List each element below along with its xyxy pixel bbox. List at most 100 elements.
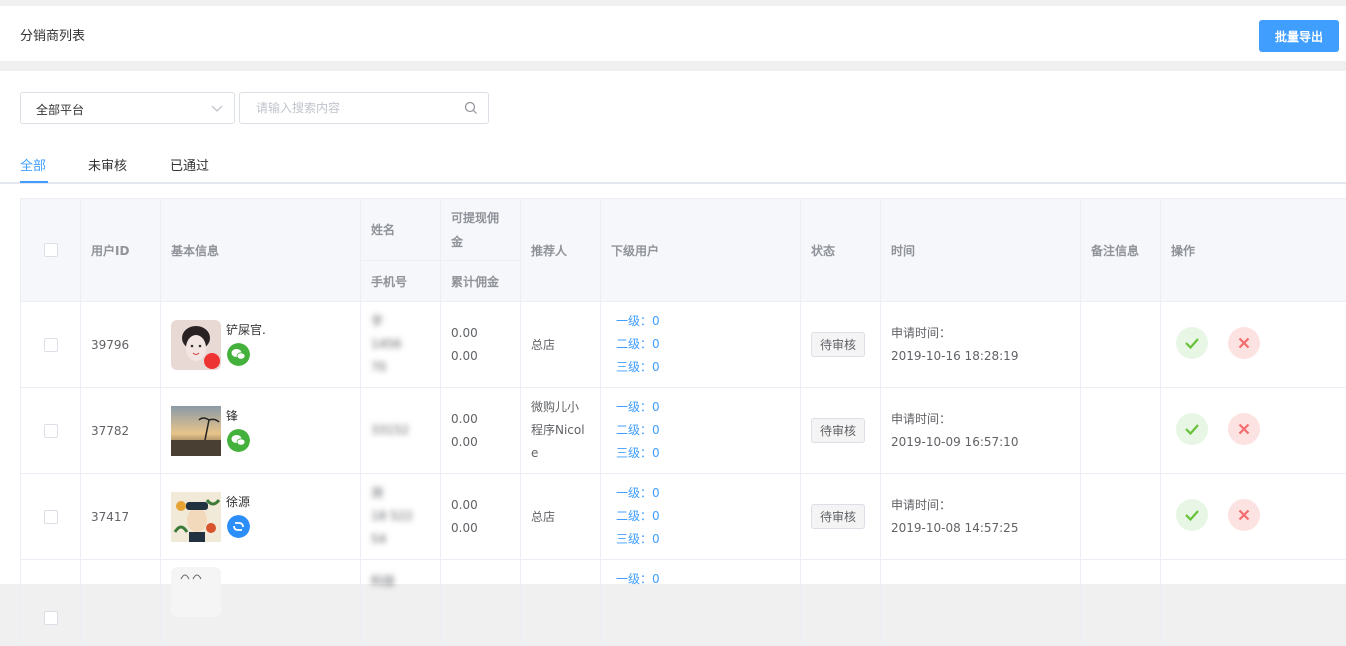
phone-line: 54 xyxy=(371,528,430,551)
total-commission: 0.00 xyxy=(451,345,510,368)
remark-cell xyxy=(1081,302,1161,388)
check-icon xyxy=(1176,499,1208,531)
page-header: 分销商列表 批量导出 xyxy=(0,6,1346,61)
time-label: 申请时间： xyxy=(891,408,1070,431)
col-total-commission: 累计佣金 xyxy=(441,261,521,302)
withdrawable-amount: 0.00 xyxy=(451,408,510,431)
sub-level-2[interactable]: 二级：0 xyxy=(611,505,790,528)
platform-select[interactable]: 全部平台 xyxy=(20,92,235,124)
status-badge: 待审核 xyxy=(811,332,865,357)
remark-cell xyxy=(1081,474,1161,560)
row-checkbox[interactable] xyxy=(44,424,58,438)
sub-level-1[interactable]: 一级：0 xyxy=(611,396,790,419)
col-basic-info: 基本信息 xyxy=(161,199,361,302)
close-icon xyxy=(1228,327,1260,359)
avatar xyxy=(171,320,221,370)
col-status: 状态 xyxy=(801,199,881,302)
apply-time: 2019-10-16 18:28:19 xyxy=(891,345,1070,368)
sub-level-1[interactable]: 一级：0 xyxy=(611,310,790,333)
check-icon xyxy=(1176,327,1208,359)
batch-export-button[interactable]: 批量导出 xyxy=(1259,20,1339,52)
sub-level-3[interactable]: 三级：0 xyxy=(611,356,790,379)
col-remark: 备注信息 xyxy=(1081,199,1161,302)
table-row: 37782 锋 xyxy=(21,388,1346,474)
nickname: 徐源 xyxy=(226,493,250,510)
name-line: 字 xyxy=(371,310,430,333)
douyin-icon xyxy=(227,515,250,538)
phone-line: 70 xyxy=(371,356,430,379)
col-phone: 手机号 xyxy=(361,261,441,302)
remark-cell xyxy=(1081,388,1161,474)
sub-level-1[interactable]: 一级：0 xyxy=(611,568,790,591)
total-commission: 0.00 xyxy=(451,431,510,454)
apply-time: 2019-10-09 16:57:10 xyxy=(891,431,1070,454)
close-icon xyxy=(1228,413,1260,445)
main-panel: 全部平台 全部 未审核 已通过 用户ID 基本信息 姓名 xyxy=(0,71,1346,584)
user-id: 37782 xyxy=(81,388,161,474)
referrer: 总店 xyxy=(521,302,601,388)
wechat-icon xyxy=(227,429,250,452)
phone-line: 33152 xyxy=(371,419,430,442)
search-icon[interactable] xyxy=(464,101,478,115)
name-line: 科技 xyxy=(371,570,430,593)
sub-level-1[interactable]: 一级：0 xyxy=(611,482,790,505)
search-box[interactable] xyxy=(239,92,489,124)
chevron-down-icon xyxy=(210,101,224,115)
referrer-line: 程序Nicol xyxy=(531,419,590,442)
avatar xyxy=(171,567,221,617)
status-tabs: 全部 未审核 已通过 xyxy=(0,145,1346,184)
withdrawable-amount: 0.00 xyxy=(451,322,510,345)
status-badge: 待审核 xyxy=(811,504,865,529)
reject-button[interactable] xyxy=(1228,327,1260,359)
row-checkbox[interactable] xyxy=(44,510,58,524)
reject-button[interactable] xyxy=(1228,413,1260,445)
active-tab-indicator xyxy=(20,181,48,183)
referrer-line: 微购儿小 xyxy=(531,396,590,419)
table-row: 科技 一级：0 xyxy=(21,560,1346,646)
col-actions: 操作 xyxy=(1161,199,1346,302)
col-withdrawable-line2: 金 xyxy=(451,235,463,249)
avatar xyxy=(171,492,221,542)
wechat-icon xyxy=(227,343,250,366)
row-checkbox[interactable] xyxy=(44,611,58,625)
search-input[interactable] xyxy=(241,94,456,122)
col-withdrawable: 可提现佣 金 xyxy=(441,199,521,261)
table-row: 37417 徐源 xyxy=(21,474,1346,560)
user-id xyxy=(81,560,161,646)
tab-all[interactable]: 全部 xyxy=(20,155,46,174)
select-all-checkbox[interactable] xyxy=(44,243,58,257)
avatar xyxy=(171,406,221,456)
apply-time: 2019-10-08 14:57:25 xyxy=(891,517,1070,540)
status-badge: 待审核 xyxy=(811,418,865,443)
user-id: 39796 xyxy=(81,302,161,388)
referrer-line: e xyxy=(531,442,590,465)
approve-button[interactable] xyxy=(1176,413,1208,445)
col-withdrawable-line1: 可提现佣 xyxy=(451,211,499,225)
approve-button[interactable] xyxy=(1176,327,1208,359)
col-time: 时间 xyxy=(881,199,1081,302)
sub-level-2[interactable]: 二级：0 xyxy=(611,419,790,442)
nickname: 铲屎官. xyxy=(226,321,266,338)
nickname: 锋 xyxy=(226,407,238,424)
tab-pending[interactable]: 未审核 xyxy=(88,155,127,174)
sub-level-3[interactable]: 三级：0 xyxy=(611,442,790,465)
sub-level-2[interactable]: 二级：0 xyxy=(611,333,790,356)
approve-button[interactable] xyxy=(1176,499,1208,531)
sub-level-3[interactable]: 三级：0 xyxy=(611,528,790,551)
phone-line: 1456 xyxy=(371,333,430,356)
table-row: 39796 铲屎官. xyxy=(21,302,1346,388)
close-icon xyxy=(1228,499,1260,531)
col-name: 姓名 xyxy=(361,199,441,261)
total-commission: 0.00 xyxy=(451,517,510,540)
time-label: 申请时间： xyxy=(891,494,1070,517)
name-line: 测 xyxy=(371,482,430,505)
distributor-table: 用户ID 基本信息 姓名 可提现佣 金 推荐人 下级用户 状态 时间 备注信息 … xyxy=(20,198,1346,646)
row-checkbox[interactable] xyxy=(44,338,58,352)
withdrawable-amount: 0.00 xyxy=(451,494,510,517)
tab-approved[interactable]: 已通过 xyxy=(170,155,209,174)
phone-line: 18 522 xyxy=(371,505,430,528)
reject-button[interactable] xyxy=(1228,499,1260,531)
referrer: 总店 xyxy=(521,474,601,560)
col-referrer: 推荐人 xyxy=(521,199,601,302)
check-icon xyxy=(1176,413,1208,445)
